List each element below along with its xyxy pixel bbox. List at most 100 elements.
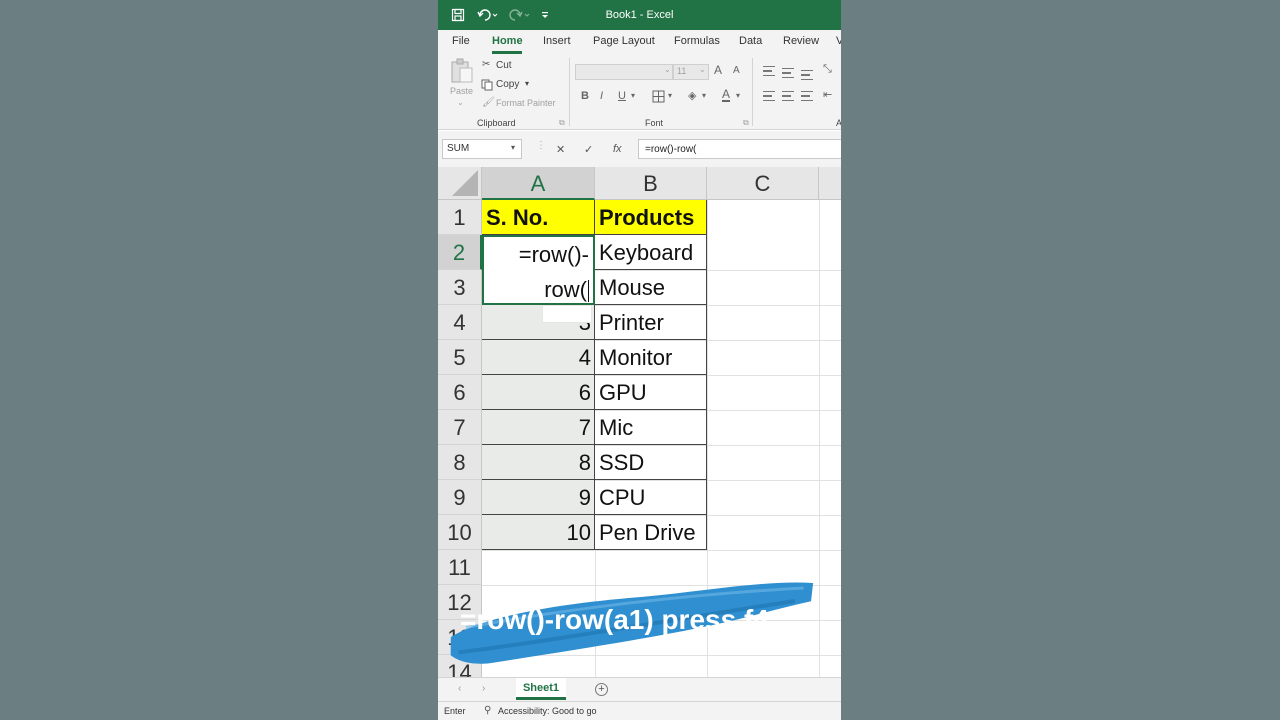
row-header-8[interactable]: 8 (438, 445, 482, 480)
tab-formulas[interactable]: Formulas (674, 35, 720, 47)
row-header-6[interactable]: 6 (438, 375, 482, 410)
formula-bar: SUM ▾ ⋮ ✕ ✓ fx =row()-row( (438, 131, 841, 167)
add-sheet-icon[interactable]: + (595, 683, 608, 696)
ribbon: Paste ⌄ ✂ Cut Copy ▾ 🖌 Format Painter Cl… (438, 54, 841, 130)
font-size-dropdown-icon[interactable]: ⌄ (699, 65, 706, 74)
paste-icon[interactable] (450, 58, 474, 89)
underline-dropdown-icon[interactable]: ▾ (631, 91, 635, 100)
sheet-tab-sheet1[interactable]: Sheet1 (516, 678, 566, 700)
grow-font-button[interactable]: A (714, 63, 722, 77)
active-cell-editor[interactable]: =row()- row( (482, 235, 595, 305)
cell-b4[interactable]: Printer (595, 305, 707, 340)
paste-label[interactable]: Paste (450, 86, 473, 96)
format-painter-icon[interactable]: 🖌 (482, 97, 495, 108)
cell-a6[interactable]: 6 (482, 375, 595, 410)
cell-a8[interactable]: 8 (482, 445, 595, 480)
borders-dropdown-icon[interactable]: ▾ (668, 91, 672, 100)
font-color-dropdown-icon[interactable]: ▾ (736, 91, 740, 100)
cell-b2[interactable]: Keyboard (595, 235, 707, 270)
tab-data[interactable]: Data (739, 35, 762, 47)
cut-button[interactable]: Cut (496, 60, 512, 71)
cell-b9[interactable]: CPU (595, 480, 707, 515)
shrink-font-button[interactable]: A (733, 65, 740, 76)
cell-a9[interactable]: 9 (482, 480, 595, 515)
fill-color-icon[interactable]: ◈ (688, 89, 696, 102)
row-header-3[interactable]: 3 (438, 270, 482, 305)
row-header-11[interactable]: 11 (438, 550, 482, 585)
row-header-5[interactable]: 5 (438, 340, 482, 375)
confirm-entry-button[interactable]: ✓ (584, 143, 593, 156)
sheet-prev-icon[interactable]: ‹ (458, 683, 461, 694)
decrease-indent-icon[interactable]: ⇤ (823, 88, 832, 101)
cell-a10[interactable]: 10 (482, 515, 595, 550)
scissors-icon[interactable]: ✂ (482, 59, 490, 70)
orientation-icon[interactable]: ⤡ (823, 63, 832, 76)
copy-dropdown-icon[interactable]: ▾ (525, 79, 529, 88)
editing-formula-line-2-text: row( (544, 277, 587, 302)
column-header-c[interactable]: C (707, 167, 819, 200)
clipboard-launcher-icon[interactable]: ⧉ (559, 118, 565, 128)
column-header-b[interactable]: B (595, 167, 707, 200)
align-left-icon[interactable] (763, 91, 775, 101)
cell-b1[interactable]: Products (595, 200, 707, 235)
select-all-button[interactable] (438, 167, 482, 200)
align-right-icon[interactable] (801, 91, 813, 101)
select-all-triangle-icon (452, 170, 478, 196)
fill-color-dropdown-icon[interactable]: ▾ (702, 91, 706, 100)
title-bar: Book1 - Excel (438, 0, 841, 30)
align-middle-icon[interactable] (782, 68, 794, 78)
underline-button[interactable]: U (618, 90, 626, 102)
font-color-button[interactable]: A (722, 88, 731, 102)
cell-b5[interactable]: Monitor (595, 340, 707, 375)
sheet-tab-bar: ‹ › Sheet1 + (438, 677, 841, 701)
clipboard-group-label: Clipboard (477, 118, 516, 128)
borders-icon[interactable] (652, 90, 665, 108)
row-header-10[interactable]: 10 (438, 515, 482, 550)
status-bar: Enter ⚲ Accessibility: Good to go (438, 701, 841, 720)
insert-function-button[interactable]: fx (613, 143, 622, 155)
tab-view[interactable]: V (836, 35, 841, 47)
cell-a1[interactable]: S. No. (482, 200, 595, 235)
format-painter-button[interactable]: Format Painter (496, 98, 556, 108)
accessibility-status[interactable]: Accessibility: Good to go (498, 706, 597, 716)
name-box-dropdown-icon[interactable]: ▾ (511, 143, 515, 152)
column-header-d[interactable] (819, 167, 841, 200)
cell-a7[interactable]: 7 (482, 410, 595, 445)
tab-home[interactable]: Home (492, 35, 523, 47)
tab-page-layout[interactable]: Page Layout (593, 35, 655, 47)
cell-b7[interactable]: Mic (595, 410, 707, 445)
row-header-4[interactable]: 4 (438, 305, 482, 340)
align-bottom-icon[interactable] (801, 70, 813, 80)
row-header-2[interactable]: 2 (438, 235, 482, 270)
gridline (482, 550, 841, 551)
font-name-dropdown-icon[interactable]: ⌄ (664, 65, 671, 74)
name-box[interactable]: SUM (442, 139, 522, 159)
row-header-7[interactable]: 7 (438, 410, 482, 445)
copy-icon[interactable] (481, 78, 493, 96)
formula-input[interactable]: =row()-row( (638, 139, 841, 159)
copy-button[interactable]: Copy (496, 79, 519, 90)
tab-review[interactable]: Review (783, 35, 819, 47)
column-header-a[interactable]: A (482, 167, 595, 200)
bold-button[interactable]: B (581, 90, 589, 102)
cell-a5[interactable]: 4 (482, 340, 595, 375)
function-tooltip (542, 305, 592, 323)
editing-formula-line-2: row( (544, 272, 589, 307)
italic-button[interactable]: I (600, 90, 603, 102)
font-launcher-icon[interactable]: ⧉ (743, 118, 749, 128)
tab-insert[interactable]: Insert (543, 35, 571, 47)
sheet-next-icon[interactable]: › (482, 683, 485, 694)
tab-file[interactable]: File (452, 35, 470, 47)
cell-b8[interactable]: SSD (595, 445, 707, 480)
row-header-9[interactable]: 9 (438, 480, 482, 515)
cell-b6[interactable]: GPU (595, 375, 707, 410)
cell-b3[interactable]: Mouse (595, 270, 707, 305)
row-header-1[interactable]: 1 (438, 200, 482, 235)
align-center-icon[interactable] (782, 91, 794, 101)
paste-dropdown-icon[interactable]: ⌄ (457, 98, 464, 107)
cell-b10[interactable]: Pen Drive (595, 515, 707, 550)
accessibility-icon[interactable]: ⚲ (484, 705, 491, 716)
align-top-icon[interactable] (763, 66, 775, 76)
font-name-combo[interactable] (575, 64, 673, 80)
cancel-entry-button[interactable]: ✕ (556, 143, 565, 156)
